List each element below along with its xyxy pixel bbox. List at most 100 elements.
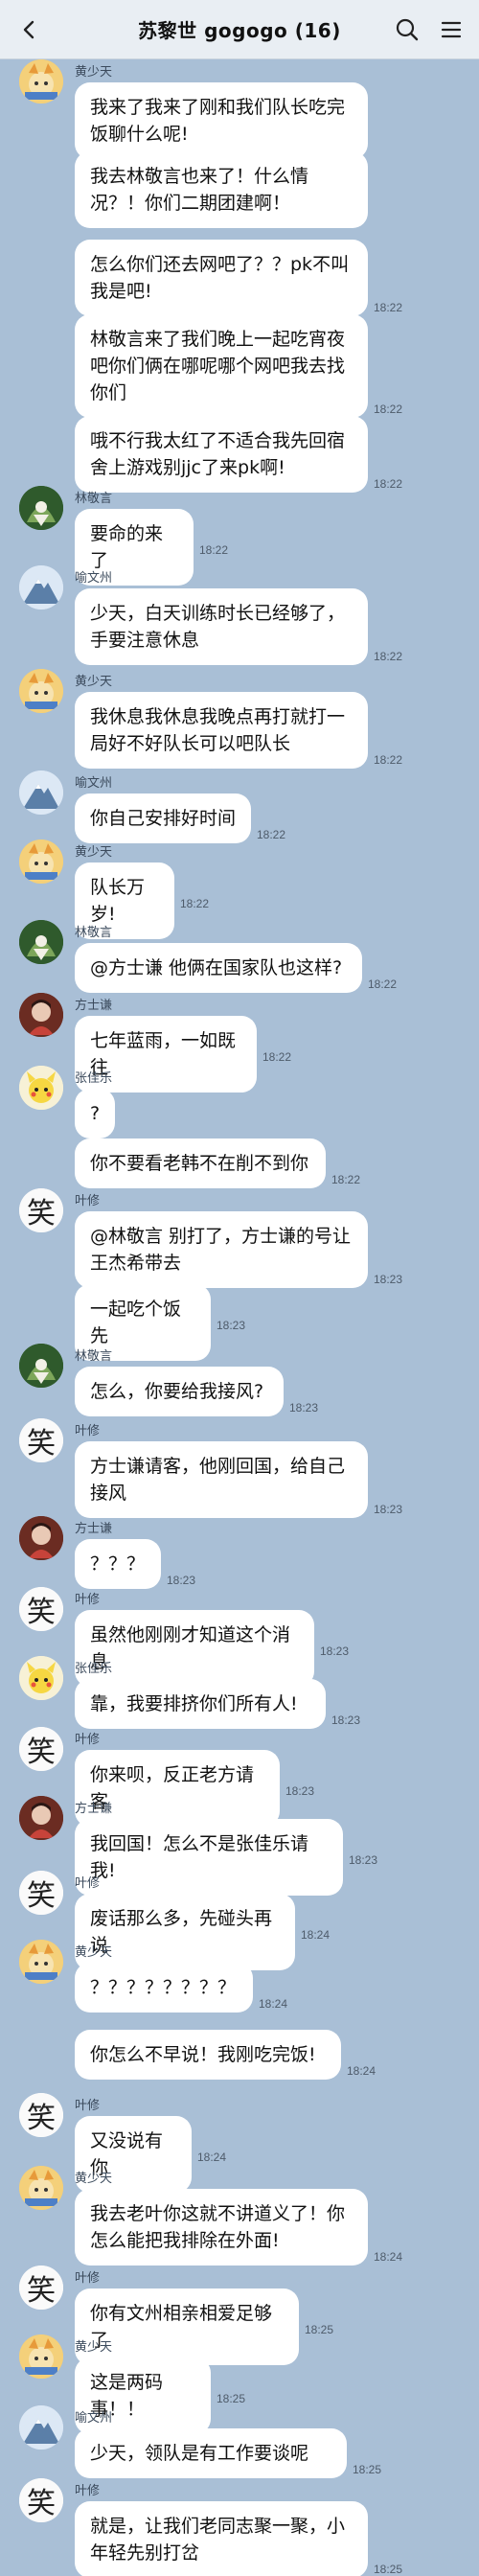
message-text: 少天，白天训练时长已经够了， (90, 603, 346, 624)
search-button[interactable] (391, 13, 423, 46)
avatar[interactable] (19, 1066, 63, 1110)
hamburger-menu-icon (441, 21, 462, 38)
sender-name: 喻文州 (75, 2410, 113, 2425)
message-bubble[interactable]: ? (75, 1089, 115, 1138)
message-text: 我去老叶你这就不讲道义了！你 (90, 2203, 346, 2224)
message-text: 靠，我要排挤你们所有人! (90, 1693, 298, 1714)
avatar[interactable]: 笑 (19, 2093, 63, 2137)
chat-header: 苏黎世 gogogo (16) (0, 0, 479, 59)
huang-avatar-icon (19, 2334, 63, 2379)
message-timestamp: 18:24 (301, 1928, 331, 1942)
avatar[interactable] (19, 486, 63, 530)
avatar[interactable] (19, 2166, 63, 2210)
back-button[interactable] (13, 13, 46, 46)
message-text: 队长万岁! (90, 877, 146, 925)
avatar[interactable] (19, 565, 63, 610)
avatar[interactable] (19, 993, 63, 1037)
huang-avatar-icon (19, 840, 63, 884)
message-bubble[interactable]: 少天，白天训练时长已经够了， 手要注意休息 (75, 588, 368, 665)
message-bubble[interactable]: @方士谦 他俩在国家队也这样? (75, 943, 362, 993)
yu-avatar-icon (19, 770, 63, 815)
message-text: ? (90, 1103, 101, 1124)
message-text: 饭聊什么呢! (90, 124, 189, 145)
menu-button[interactable] (435, 13, 468, 46)
avatar[interactable] (19, 920, 63, 964)
sender-name: 方士谦 (75, 998, 113, 1012)
message-bubble[interactable]: 你自己安排好时间 (75, 794, 251, 843)
message-bubble[interactable]: 怎么，你要给我接风? (75, 1367, 284, 1416)
message-list[interactable]: 黄少天 我来了我来了刚和我们队长吃完 饭聊什么呢! 我去林敬言也来了！什么情 况？！你们… (0, 59, 479, 2576)
message-text: 废话那么多，先碰头再说 (90, 1908, 273, 1956)
message-bubble[interactable]: 我去老叶你这就不讲道义了！你 怎么能把我排除在外面! (75, 2189, 368, 2266)
avatar[interactable] (19, 2405, 63, 2450)
avatar[interactable] (19, 1516, 63, 1560)
message-timestamp: 18:24 (197, 2150, 227, 2164)
message-text: 舍上游戏别jjc了来pk啊! (90, 457, 285, 478)
avatar[interactable]: 笑 (19, 1727, 63, 1771)
avatar[interactable]: 笑 (19, 2266, 63, 2310)
message-text: 况？！你们二期团建啊！ (90, 193, 291, 214)
message-timestamp: 18:22 (374, 301, 403, 314)
message-timestamp: 18:22 (262, 1050, 292, 1064)
avatar[interactable] (19, 770, 63, 815)
message-bubble[interactable]: 林敬言来了我们晚上一起吃宵夜 吧你们俩在哪呢哪个网吧我去找 你们 (75, 314, 368, 418)
message-bubble[interactable]: 就是，让我们老同志聚一聚，小 年轻先别打岔 (75, 2501, 368, 2576)
avatar[interactable]: 笑 (19, 1188, 63, 1232)
message-text: 你自己安排好时间 (90, 808, 237, 829)
message-text: 你怎么不早说！我刚吃完饭! (90, 2044, 316, 2065)
avatar[interactable] (19, 1796, 63, 1840)
avatar-glyph: 笑 (27, 1736, 56, 1769)
avatar[interactable]: 笑 (19, 1418, 63, 1462)
avatar[interactable] (19, 669, 63, 713)
message-bubble[interactable]: 我去林敬言也来了！什么情 况？！你们二期团建啊！ (75, 151, 368, 228)
message-text: ？？？ (90, 1553, 146, 1575)
message-text: 我来了我来了刚和我们队长吃完 (90, 97, 346, 118)
sender-name: 林敬言 (75, 491, 113, 505)
message-bubble[interactable]: ？？？？？？？？ (75, 1963, 253, 2012)
sender-name: 黄少天 (75, 844, 113, 859)
message-bubble[interactable]: 我休息我休息我晚点再打就打一 局好不好队长可以吧队长 (75, 692, 368, 769)
message-text: @林敬言 别打了，方士谦的号让 (90, 1226, 352, 1247)
avatar-glyph: 笑 (27, 1596, 56, 1629)
avatar[interactable] (19, 840, 63, 884)
avatar[interactable]: 笑 (19, 1587, 63, 1631)
message-bubble[interactable]: @林敬言 别打了，方士谦的号让 王杰希带去 (75, 1211, 368, 1288)
message-timestamp: 18:23 (349, 1853, 378, 1867)
message-bubble[interactable]: 少天，领队是有工作要谈呢 (75, 2428, 347, 2478)
message-bubble[interactable]: ？？？ (75, 1539, 161, 1589)
message-text: 局好不好队长可以吧队长 (90, 733, 291, 754)
avatar[interactable] (19, 1344, 63, 1388)
message-bubble[interactable]: 哦不行我太红了不适合我先回宿 舍上游戏别jjc了来pk啊! (75, 416, 368, 493)
message-timestamp: 18:24 (374, 2250, 403, 2264)
zhang-avatar-icon (19, 1656, 63, 1700)
message-text: 我是吧! (90, 281, 152, 302)
huang-avatar-icon (19, 2166, 63, 2210)
avatar[interactable] (19, 1940, 63, 1984)
message-bubble[interactable]: 你不要看老韩不在削不到你 (75, 1138, 326, 1188)
avatar[interactable] (19, 1656, 63, 1700)
huang-avatar-icon (19, 1940, 63, 1984)
message-timestamp: 18:22 (374, 650, 403, 663)
message-bubble[interactable]: 你怎么不早说！我刚吃完饭! (75, 2030, 341, 2080)
message-timestamp: 18:22 (199, 543, 229, 557)
avatar-glyph: 笑 (27, 2274, 56, 2308)
message-bubble[interactable]: 我来了我来了刚和我们队长吃完 饭聊什么呢! (75, 82, 368, 159)
message-text: 我回国！怎么不是张佳乐请我! (90, 1833, 309, 1881)
message-text: 要命的来了 (90, 523, 164, 571)
sender-name: 叶修 (75, 2483, 101, 2497)
message-bubble[interactable]: 怎么你们还去网吧了？？pk不叫 我是吧! (75, 240, 368, 316)
message-timestamp: 18:22 (180, 897, 210, 910)
message-bubble[interactable]: 方士谦请客，他刚回国，给自己 接风 (75, 1441, 368, 1518)
avatar[interactable]: 笑 (19, 1871, 63, 1915)
sender-name: 叶修 (75, 1193, 101, 1208)
sender-name: 叶修 (75, 1875, 101, 1890)
message-bubble[interactable]: 靠，我要排挤你们所有人! (75, 1679, 326, 1729)
message-text: 少天，领队是有工作要谈呢 (90, 2443, 309, 2464)
message-text: 怎么你们还去网吧了？？pk不叫 (90, 254, 350, 275)
message-timestamp: 18:25 (217, 2392, 246, 2405)
avatar[interactable] (19, 59, 63, 104)
sender-name: 黄少天 (75, 2171, 113, 2185)
avatar[interactable]: 笑 (19, 2478, 63, 2522)
avatar[interactable] (19, 2334, 63, 2379)
message-bubble[interactable]: 我回国！怎么不是张佳乐请我! (75, 1819, 343, 1896)
